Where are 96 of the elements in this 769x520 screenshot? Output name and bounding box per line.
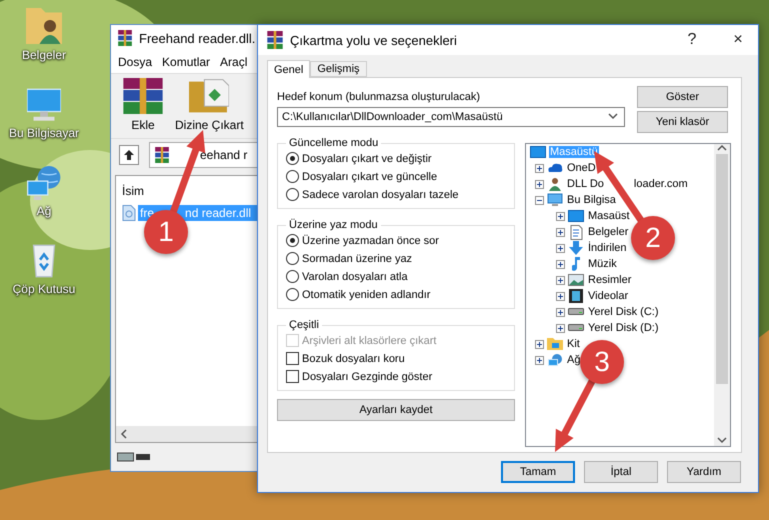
expand-toggle[interactable] bbox=[556, 276, 565, 284]
expand-toggle[interactable] bbox=[556, 228, 565, 236]
archive-icon bbox=[266, 31, 284, 49]
network-icon[interactable] bbox=[27, 166, 61, 200]
expand-toggle[interactable] bbox=[535, 180, 544, 188]
dialog-button[interactable]: Tamam bbox=[501, 461, 575, 483]
dialog-title: Çıkartma yolu ve seçenekleri bbox=[290, 32, 458, 48]
expand-toggle[interactable] bbox=[556, 244, 565, 252]
tab[interactable]: Gelişmiş bbox=[310, 61, 367, 77]
film-icon bbox=[569, 289, 583, 303]
checkbox[interactable] bbox=[286, 352, 299, 365]
document-icon bbox=[570, 224, 582, 240]
option-label[interactable]: Dosyaları çıkart ve değiştir bbox=[302, 152, 432, 164]
option-label[interactable]: Varolan dosyaları atla bbox=[302, 270, 408, 282]
tree-item[interactable]: Kit bbox=[566, 338, 581, 350]
side-button[interactable]: Yeni klasör bbox=[637, 111, 728, 133]
archive-icon bbox=[117, 30, 133, 46]
music-note-icon bbox=[572, 257, 580, 271]
radio-button[interactable] bbox=[286, 170, 299, 183]
option-label[interactable]: Sormadan üzerine yaz bbox=[302, 252, 412, 264]
network-icon bbox=[548, 354, 562, 366]
tree-item[interactable]: Yerel Disk (D:) bbox=[587, 322, 660, 334]
side-button[interactable]: Göster bbox=[637, 86, 728, 108]
computer-icon bbox=[547, 193, 563, 207]
up-arrow-icon bbox=[124, 150, 134, 160]
dialog-button[interactable]: Yardım bbox=[667, 461, 741, 483]
tree-item[interactable]: Müzik bbox=[587, 258, 618, 270]
drive-icon bbox=[568, 324, 584, 332]
download-icon bbox=[569, 241, 583, 255]
archive-icon bbox=[154, 147, 170, 163]
tree-item[interactable]: Videolar bbox=[587, 290, 630, 302]
expand-toggle[interactable] bbox=[535, 356, 544, 364]
option-label[interactable]: Sadece varolan dosyaları tazele bbox=[302, 188, 459, 200]
window-title: Freehand reader.dll. bbox=[139, 30, 256, 46]
tree-item[interactable]: Belgeler bbox=[587, 226, 630, 238]
field-label: Hedef konum (bulunmazsa oluşturulacak) bbox=[277, 91, 481, 103]
archive-books-icon bbox=[123, 78, 163, 114]
desktop-icon bbox=[568, 210, 584, 222]
drive-icon bbox=[568, 308, 584, 316]
tree-item[interactable]: loader.com bbox=[632, 178, 689, 190]
option-label[interactable]: Dosyaları Gezginde göster bbox=[302, 370, 432, 382]
expand-toggle[interactable] bbox=[535, 340, 544, 348]
group-title: Üzerine yaz modu bbox=[288, 219, 379, 231]
dropdown-icon[interactable] bbox=[608, 112, 618, 122]
help-button[interactable]: ? bbox=[672, 25, 712, 55]
close-button[interactable]: × bbox=[718, 25, 758, 55]
tab[interactable]: Genel bbox=[267, 60, 310, 78]
expand-toggle[interactable] bbox=[535, 196, 544, 204]
tree-item[interactable]: Bu Bilgisa bbox=[566, 194, 617, 206]
tree-item[interactable]: Masaüst bbox=[587, 210, 631, 222]
option-label[interactable]: Dosyaları çıkart ve güncelle bbox=[302, 170, 438, 182]
user-icon bbox=[549, 178, 561, 190]
toolbar-button[interactable]: Dizine Çıkart bbox=[175, 78, 244, 138]
toolbar-button[interactable]: Ekle bbox=[123, 78, 163, 138]
radio-button[interactable] bbox=[286, 270, 299, 283]
tree-item[interactable]: Yerel Disk (C:) bbox=[587, 306, 660, 318]
expand-toggle[interactable] bbox=[535, 164, 544, 172]
desktop-icon bbox=[530, 146, 546, 158]
save-settings-button[interactable]: Ayarları kaydet bbox=[277, 399, 515, 421]
dialog-button[interactable]: İptal bbox=[584, 461, 658, 483]
radio-button[interactable] bbox=[286, 152, 299, 165]
scroll-down-icon[interactable] bbox=[717, 436, 727, 446]
tree-item[interactable]: İndirilen bbox=[587, 242, 628, 254]
menu-item[interactable]: Dosya bbox=[118, 55, 152, 69]
option-label[interactable]: Üzerine yazmadan önce sor bbox=[302, 234, 439, 246]
tree-item[interactable]: Ağ bbox=[566, 354, 582, 366]
expand-toggle[interactable] bbox=[556, 308, 565, 316]
expand-toggle[interactable] bbox=[556, 260, 565, 268]
option-label[interactable]: Bozuk dosyaları koru bbox=[302, 352, 405, 364]
folder-icon[interactable] bbox=[26, 8, 62, 44]
tree-item[interactable]: Resimler bbox=[587, 274, 632, 286]
option-label[interactable]: Otomatik yeniden adlandır bbox=[302, 288, 430, 300]
drive-key-icon bbox=[117, 452, 151, 462]
menu-item[interactable]: Araçl bbox=[220, 55, 248, 69]
destination-field[interactable]: C:\Kullanıcılar\DllDownloader_com\Masaüstü bbox=[277, 107, 625, 127]
menu-item[interactable]: Komutlar bbox=[162, 55, 210, 69]
group-title: Güncelleme modu bbox=[288, 137, 380, 149]
radio-button[interactable] bbox=[286, 288, 299, 301]
tree-item[interactable]: OneD bbox=[566, 162, 597, 174]
tree-item[interactable]: DLL Do bbox=[566, 178, 605, 190]
radio-button[interactable] bbox=[286, 234, 299, 247]
expand-toggle[interactable] bbox=[556, 212, 565, 220]
file-icon bbox=[122, 205, 136, 221]
checkbox[interactable] bbox=[286, 370, 299, 383]
folder-icon bbox=[547, 338, 563, 350]
radio-button[interactable] bbox=[286, 188, 299, 201]
up-button[interactable] bbox=[119, 145, 139, 165]
radio-button[interactable] bbox=[286, 252, 299, 265]
cloud-icon bbox=[547, 163, 563, 173]
expand-toggle[interactable] bbox=[556, 324, 565, 332]
file-name: nd reader.dll bbox=[185, 206, 252, 220]
folder-icon bbox=[189, 78, 230, 114]
expand-toggle[interactable] bbox=[556, 292, 565, 300]
group-title: Çeşitli bbox=[288, 319, 320, 331]
image-icon bbox=[568, 274, 584, 286]
vertical-scrollbar[interactable] bbox=[714, 144, 730, 446]
